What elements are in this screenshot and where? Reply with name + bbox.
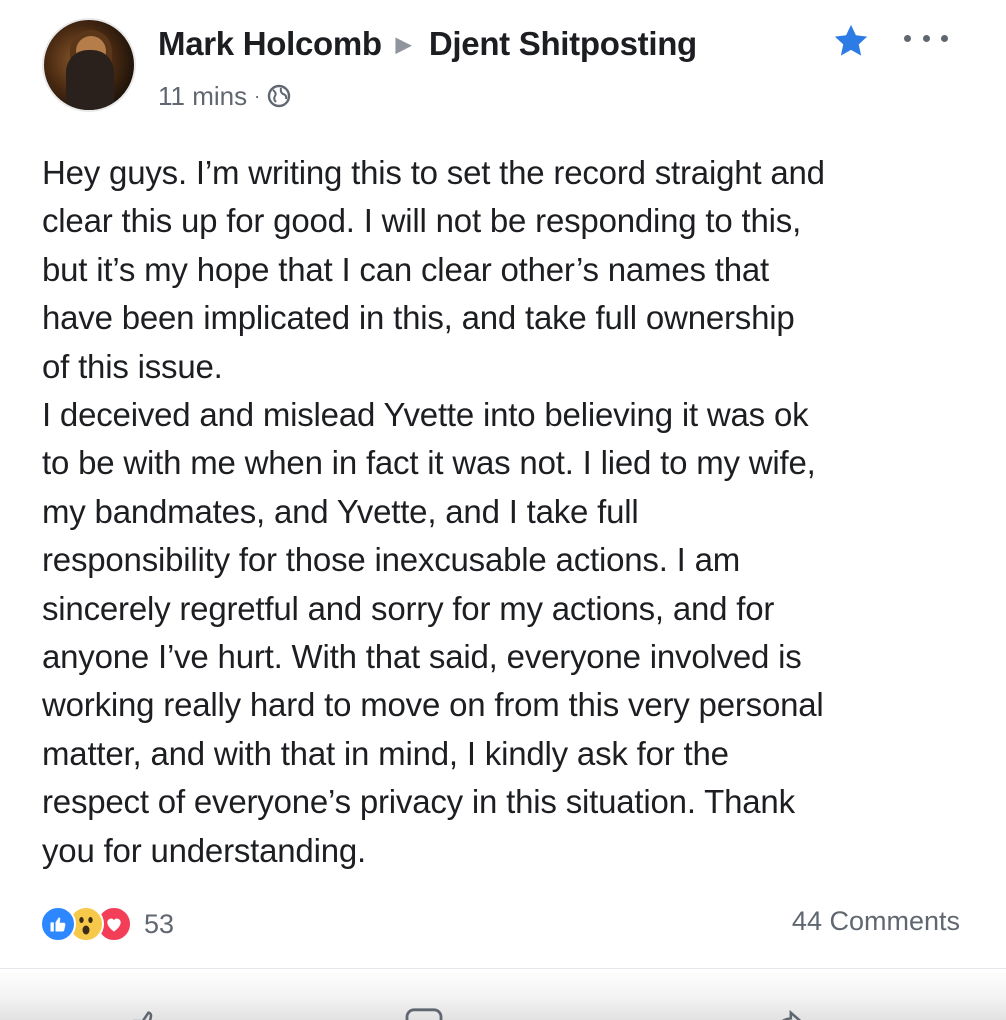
globe-icon[interactable] — [267, 84, 291, 108]
like-button[interactable] — [130, 1007, 178, 1020]
post-body-line: you for understanding. — [42, 831, 366, 869]
separator-dot: · — [254, 85, 261, 106]
post-body-line: sincerely regretful and sorry for my act… — [42, 589, 775, 627]
post-body-line: I deceived and mislead Yvette into belie… — [42, 396, 809, 434]
post-body-line: responsibility for those inexcusable act… — [42, 541, 741, 579]
post-body-line: have been implicated in this, and take f… — [42, 299, 795, 337]
author-name[interactable]: Mark Holcomb — [158, 25, 382, 63]
share-arrow-icon — [781, 1009, 802, 1020]
comment-button[interactable] — [404, 1007, 458, 1020]
post-body-line: but it’s my hope that I can clear other’… — [42, 250, 770, 288]
post-body-line: anyone I’ve hurt. With that said, everyo… — [42, 638, 802, 676]
comment-bubble-icon — [405, 1008, 443, 1020]
share-button[interactable] — [770, 1007, 820, 1020]
post-meta: 11 mins · — [158, 80, 291, 112]
thumbs-up-icon — [132, 1011, 153, 1020]
post-body-line: working really hard to move on from this… — [42, 686, 824, 724]
post-body-line: respect of everyone’s privacy in this si… — [42, 783, 795, 821]
reactions-summary[interactable]: 53 — [40, 904, 174, 944]
post-body-line: to be with me when in fact it was not. I… — [42, 444, 816, 482]
post-body-line: my bandmates, and Yvette, and I take ful… — [42, 492, 639, 530]
like-reaction-icon — [40, 906, 76, 942]
reaction-count: 53 — [144, 908, 175, 939]
post-body-line: Hey guys. I’m writing this to set the re… — [42, 154, 825, 191]
post-action-bar — [0, 968, 1006, 1020]
star-icon[interactable] — [832, 22, 870, 60]
post-body: Hey guys. I’m writing this to set the re… — [42, 149, 972, 875]
triangle-right-icon: ▶ — [395, 33, 411, 56]
comments-count-link[interactable]: 44 Comments — [792, 906, 960, 937]
post-body-line: of this issue. — [42, 347, 223, 385]
author-avatar[interactable] — [42, 18, 136, 112]
post-body-line: clear this up for good. I will not be re… — [42, 202, 802, 240]
more-options-icon[interactable] — [904, 26, 948, 50]
post-timestamp[interactable]: 11 mins — [158, 81, 247, 112]
group-name[interactable]: Djent Shitposting — [429, 25, 697, 63]
post-body-line: matter, and with that in mind, I kindly … — [42, 734, 729, 772]
post-header-title: Mark Holcomb ▶ Djent Shitposting — [158, 24, 697, 64]
facebook-post: Mark Holcomb ▶ Djent Shitposting 11 mins… — [0, 0, 1006, 1020]
